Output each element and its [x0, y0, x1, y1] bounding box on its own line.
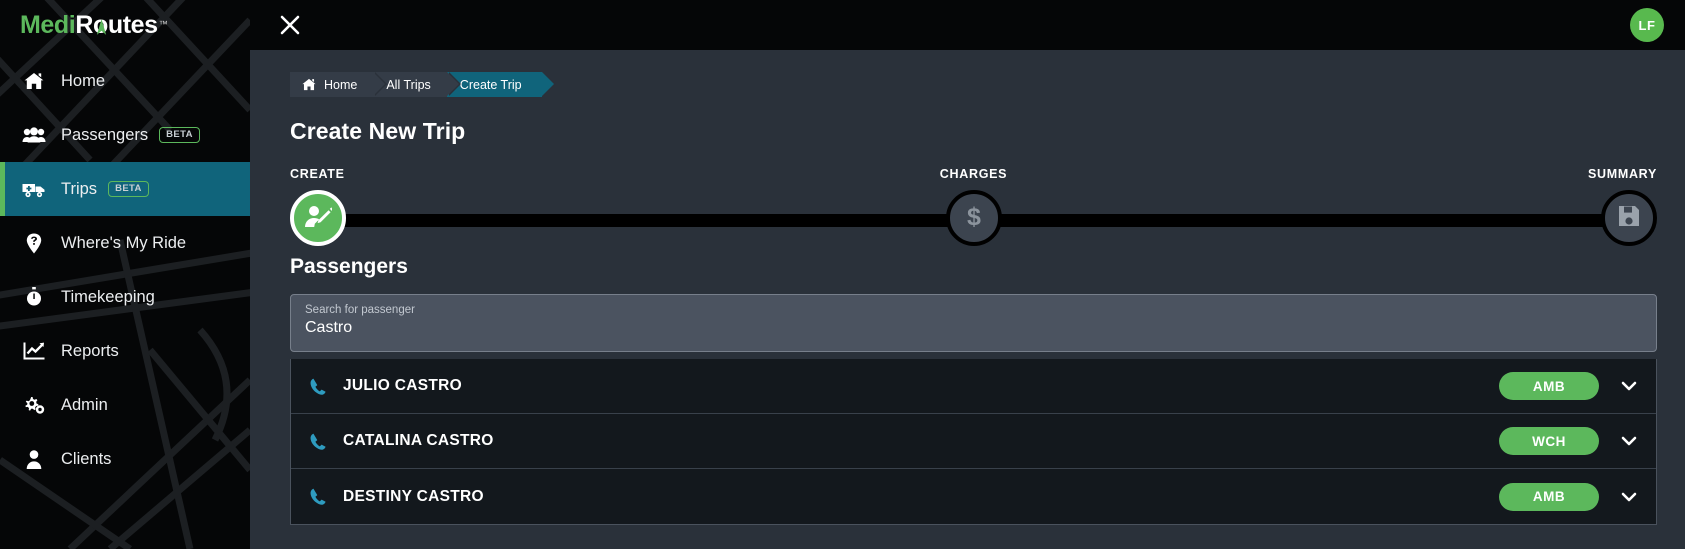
logo-medi: Medi	[20, 10, 76, 39]
page-title: Create New Trip	[290, 118, 466, 144]
sidebar-item-label: Reports	[61, 341, 119, 360]
logo-routes: Routes	[75, 10, 158, 39]
phone-icon	[310, 433, 330, 450]
sidebar-item-label: Admin	[61, 395, 108, 414]
passengers-icon	[22, 124, 46, 146]
home-icon	[302, 78, 316, 91]
passenger-search-box[interactable]: Search for passenger	[290, 294, 1657, 352]
logo-text: MediRoutes™	[20, 10, 168, 40]
floppy-save-icon	[1617, 204, 1641, 233]
sidebar-item-label: Trips	[61, 179, 98, 198]
beta-badge: BETA	[159, 126, 200, 144]
passenger-results-list: JULIO CASTRO AMB CATALINA CASTRO WCH DES…	[290, 359, 1657, 525]
passenger-name: JULIO CASTRO	[343, 377, 462, 394]
breadcrumb-label: Create Trip	[459, 77, 522, 92]
breadcrumb-label: Home	[324, 77, 358, 92]
step-node-charges[interactable]: $	[945, 190, 1002, 246]
ambulance-icon	[22, 178, 46, 200]
step-node-summary[interactable]	[1601, 190, 1657, 246]
home-icon	[22, 70, 46, 92]
sidebar-item-timekeeping[interactable]: Timekeeping	[0, 270, 250, 324]
transport-type-badge[interactable]: WCH	[1499, 427, 1599, 455]
chevron-down-icon[interactable]	[1619, 381, 1639, 391]
sidebar-item-label: Home	[61, 71, 106, 90]
step-label-create: CREATE	[290, 167, 345, 181]
search-input[interactable]	[305, 319, 1642, 337]
close-icon[interactable]	[276, 11, 304, 39]
sidebar-item-label: Passengers	[61, 125, 149, 144]
avatar[interactable]: LF	[1630, 8, 1664, 42]
sidebar-item-label: Clients	[61, 449, 112, 468]
chevron-down-icon[interactable]	[1619, 436, 1639, 446]
step-labels: CREATE CHARGES SUMMARY	[290, 167, 1657, 185]
content-panel: Home All Trips Create Trip Create New Tr…	[250, 50, 1685, 549]
main-area: LF Home All Trips Create Trip Create New…	[250, 0, 1685, 549]
breadcrumb-label: All Trips	[386, 77, 431, 92]
sidebar-item-label: Timekeeping	[61, 287, 155, 306]
sidebar-item-reports[interactable]: Reports	[0, 324, 250, 378]
user-edit-icon	[304, 204, 334, 233]
breadcrumb-item-home[interactable]: Home	[290, 72, 388, 97]
section-title-passengers: Passengers	[290, 255, 408, 278]
sidebar-item-wheres-my-ride[interactable]: Where's My Ride	[0, 216, 250, 270]
gears-icon	[22, 394, 46, 416]
create-trip-screen: MediRoutes™ Home Passengers BETA Trips B…	[0, 0, 1685, 549]
passenger-search-label: Search for passenger	[305, 304, 415, 316]
svg-text:$: $	[967, 203, 981, 230]
sidebar-item-clients[interactable]: Clients	[0, 432, 250, 486]
step-node-create[interactable]	[290, 190, 346, 246]
app-logo[interactable]: MediRoutes™	[0, 0, 250, 50]
breadcrumb: Home All Trips Create Trip	[290, 72, 556, 97]
list-item[interactable]: CATALINA CASTRO WCH	[291, 414, 1656, 469]
dollar-sign-icon: $	[965, 202, 983, 235]
sidebar-item-label: Where's My Ride	[61, 233, 187, 252]
breadcrumb-item-create-trip[interactable]: Create Trip	[446, 72, 556, 97]
top-bar: LF	[250, 0, 1685, 50]
compass-arrow-icon	[96, 18, 107, 35]
passenger-name: CATALINA CASTRO	[343, 432, 494, 449]
trip-stepper: CREATE CHARGES SUMMARY $	[290, 167, 1657, 246]
stopwatch-icon	[22, 286, 46, 308]
transport-type-badge[interactable]: AMB	[1499, 482, 1599, 511]
sidebar-item-home[interactable]: Home	[0, 54, 250, 108]
sidebar-item-admin[interactable]: Admin	[0, 378, 250, 432]
sidebar-item-trips[interactable]: Trips BETA	[0, 162, 250, 216]
phone-icon	[310, 378, 330, 395]
passenger-name: DESTINY CASTRO	[343, 487, 484, 505]
step-label-summary: SUMMARY	[1587, 167, 1657, 181]
sidebar-item-passengers[interactable]: Passengers BETA	[0, 108, 250, 162]
transport-type-badge[interactable]: AMB	[1499, 372, 1599, 400]
phone-icon	[310, 488, 330, 505]
chevron-down-icon[interactable]	[1619, 492, 1639, 502]
logo-trademark: ™	[158, 18, 168, 29]
chart-line-icon	[22, 340, 46, 362]
user-icon	[22, 448, 46, 470]
beta-badge: BETA	[108, 180, 149, 198]
sidebar: MediRoutes™ Home Passengers BETA Trips B…	[0, 0, 250, 549]
map-pin-question-icon	[22, 232, 46, 254]
list-item[interactable]: JULIO CASTRO AMB	[291, 359, 1656, 414]
step-label-charges: CHARGES	[939, 167, 1008, 181]
list-item[interactable]: DESTINY CASTRO AMB	[291, 469, 1656, 524]
sidebar-nav: Home Passengers BETA Trips BETA Where's …	[0, 54, 250, 486]
